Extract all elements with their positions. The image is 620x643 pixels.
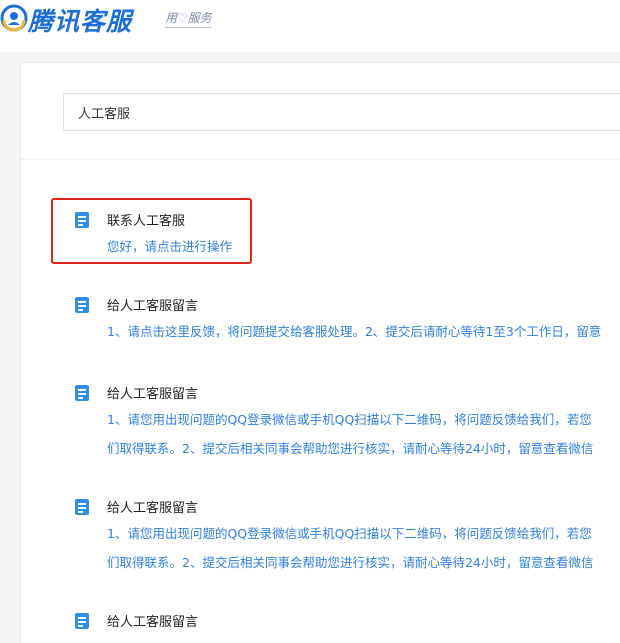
document-icon — [75, 212, 89, 228]
result-title[interactable]: 联系人工客服 — [107, 210, 185, 229]
result-description[interactable]: 1、请您用出现问题的QQ登录微信或手机QQ扫描以下二维码，将问题反馈给我们，若您 — [107, 409, 620, 428]
tencent-logo-icon[interactable] — [0, 4, 28, 32]
result-description[interactable]: 您好，请点击进行操作 — [107, 236, 620, 255]
result-description[interactable]: 1、请您用出现问题的QQ登录微信或手机QQ扫描以下二维码，将问题反馈给我们，若您 — [107, 523, 620, 542]
result-description[interactable]: 们取得联系。2、提交后相关同事会帮助您进行核实，请耐心等待24小时，留意查看微信 — [107, 438, 620, 457]
brand-slogan: 用♡服务 — [165, 9, 212, 28]
document-icon — [75, 385, 89, 401]
search-input[interactable]: 人工客服 — [63, 93, 620, 131]
document-icon — [75, 297, 89, 313]
divider — [21, 159, 620, 160]
result-description[interactable]: 1、请点击这里反馈，将问题提交给客服处理。2、提交后请耐心等待1至3个工作日，留… — [107, 321, 620, 340]
site-header: 腾讯客服 用♡服务 — [0, 0, 620, 52]
search-results-panel: 人工客服 联系人工客服 您好，请点击进行操作 给人工客服留言 1、请点击这里反馈… — [20, 62, 620, 643]
result-title[interactable]: 给人工客服留言 — [107, 295, 198, 314]
document-icon — [75, 499, 89, 515]
result-title[interactable]: 给人工客服留言 — [107, 383, 198, 402]
document-icon — [75, 613, 89, 629]
result-description[interactable]: 们取得联系。2、提交后相关同事会帮助您进行核实，请耐心等待24小时，留意查看微信 — [107, 552, 620, 571]
result-title[interactable]: 给人工客服留言 — [107, 497, 198, 516]
result-title[interactable]: 给人工客服留言 — [107, 611, 198, 630]
brand-logo-text[interactable]: 腾讯客服 — [28, 2, 132, 38]
